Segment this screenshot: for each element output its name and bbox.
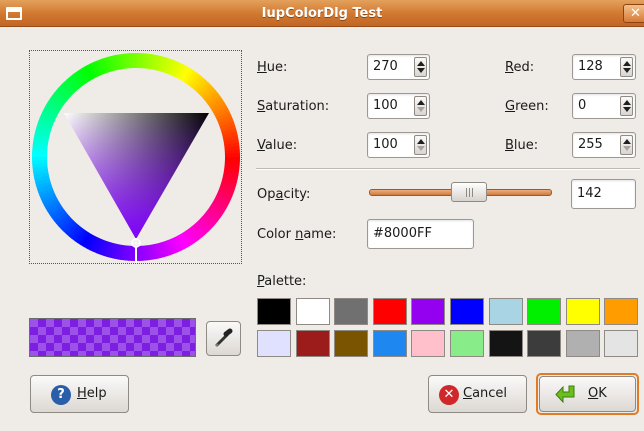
red-label: Red: xyxy=(505,60,535,75)
eyedropper-button[interactable] xyxy=(206,321,241,356)
ok-icon xyxy=(555,385,575,404)
blue-label: Blue: xyxy=(505,138,539,153)
value-label: Value: xyxy=(257,138,298,153)
green-label: Green: xyxy=(505,99,549,114)
value-spin-arrows[interactable] xyxy=(414,135,427,155)
color-preview xyxy=(29,318,196,357)
ok-button[interactable]: OK xyxy=(539,376,636,412)
color-name-field[interactable]: #8000FF xyxy=(367,219,474,249)
cancel-icon: ✕ xyxy=(439,385,459,405)
palette-label: Palette: xyxy=(257,274,307,289)
cancel-button[interactable]: ✕ Cancel xyxy=(428,375,527,413)
ok-button-label: OK xyxy=(588,386,607,401)
cancel-button-label: Cancel xyxy=(463,386,508,401)
color-name-value[interactable]: #8000FF xyxy=(373,226,432,242)
color-wheel-area[interactable] xyxy=(29,50,242,264)
palette-swatch[interactable] xyxy=(450,298,484,325)
palette-swatch[interactable] xyxy=(334,330,369,357)
value-value[interactable]: 100 xyxy=(373,137,398,153)
palette-swatch[interactable] xyxy=(565,298,600,325)
hue-value[interactable]: 270 xyxy=(373,59,398,75)
palette-swatch[interactable] xyxy=(527,298,562,325)
palette-swatch[interactable] xyxy=(257,298,291,325)
saturation-spin-arrows[interactable] xyxy=(414,96,427,116)
opacity-label: Opacity: xyxy=(257,187,311,202)
green-value[interactable]: 0 xyxy=(578,98,586,114)
title-bar: IupColorDlg Test ✕ xyxy=(0,0,644,27)
close-icon: ✕ xyxy=(630,6,641,21)
separator xyxy=(256,168,640,170)
palette-swatch[interactable] xyxy=(372,298,407,325)
help-button-label: Help xyxy=(77,386,107,401)
value-spinbox[interactable]: 100 xyxy=(367,132,430,158)
palette-swatch[interactable] xyxy=(295,330,330,357)
opacity-field[interactable]: 142 xyxy=(571,179,636,209)
saturation-value[interactable]: 100 xyxy=(373,98,398,114)
palette-swatch[interactable] xyxy=(257,330,291,357)
hue-spin-arrows[interactable] xyxy=(414,57,427,77)
palette-swatch[interactable] xyxy=(334,298,369,325)
sv-triangle[interactable] xyxy=(64,113,209,239)
palette-swatch[interactable] xyxy=(411,330,446,357)
green-spin-arrows[interactable] xyxy=(620,96,633,116)
palette-swatch[interactable] xyxy=(450,330,484,357)
green-spinbox[interactable]: 0 xyxy=(572,93,636,119)
hue-label: Hue: xyxy=(257,60,288,75)
palette-swatch[interactable] xyxy=(565,330,600,357)
close-button[interactable]: ✕ xyxy=(623,4,644,23)
red-spin-arrows[interactable] xyxy=(620,57,633,77)
palette-swatch[interactable] xyxy=(295,298,330,325)
color-name-label: Color name: xyxy=(257,227,337,242)
window-title: IupColorDlg Test xyxy=(261,6,383,21)
saturation-label: Saturation: xyxy=(257,99,330,114)
saturation-spinbox[interactable]: 100 xyxy=(367,93,430,119)
palette-swatch[interactable] xyxy=(488,330,523,357)
opacity-value[interactable]: 142 xyxy=(577,186,602,202)
palette-grid xyxy=(256,298,642,358)
palette-swatch[interactable] xyxy=(604,298,639,325)
palette-swatch[interactable] xyxy=(372,330,407,357)
opacity-slider-handle[interactable] xyxy=(451,182,487,202)
red-value[interactable]: 128 xyxy=(578,59,603,75)
help-icon: ? xyxy=(51,385,71,405)
red-spinbox[interactable]: 128 xyxy=(572,54,636,80)
blue-spinbox[interactable]: 255 xyxy=(572,132,636,158)
palette-swatch[interactable] xyxy=(488,298,523,325)
blue-value[interactable]: 255 xyxy=(578,137,603,153)
palette-swatch[interactable] xyxy=(604,330,639,357)
palette-swatch[interactable] xyxy=(411,298,446,325)
blue-spin-arrows[interactable] xyxy=(620,135,633,155)
palette-swatch[interactable] xyxy=(527,330,562,357)
help-button[interactable]: ? Help xyxy=(30,375,129,413)
hue-spinbox[interactable]: 270 xyxy=(367,54,430,80)
eyedropper-icon xyxy=(215,328,233,347)
color-wheel[interactable] xyxy=(30,51,241,263)
